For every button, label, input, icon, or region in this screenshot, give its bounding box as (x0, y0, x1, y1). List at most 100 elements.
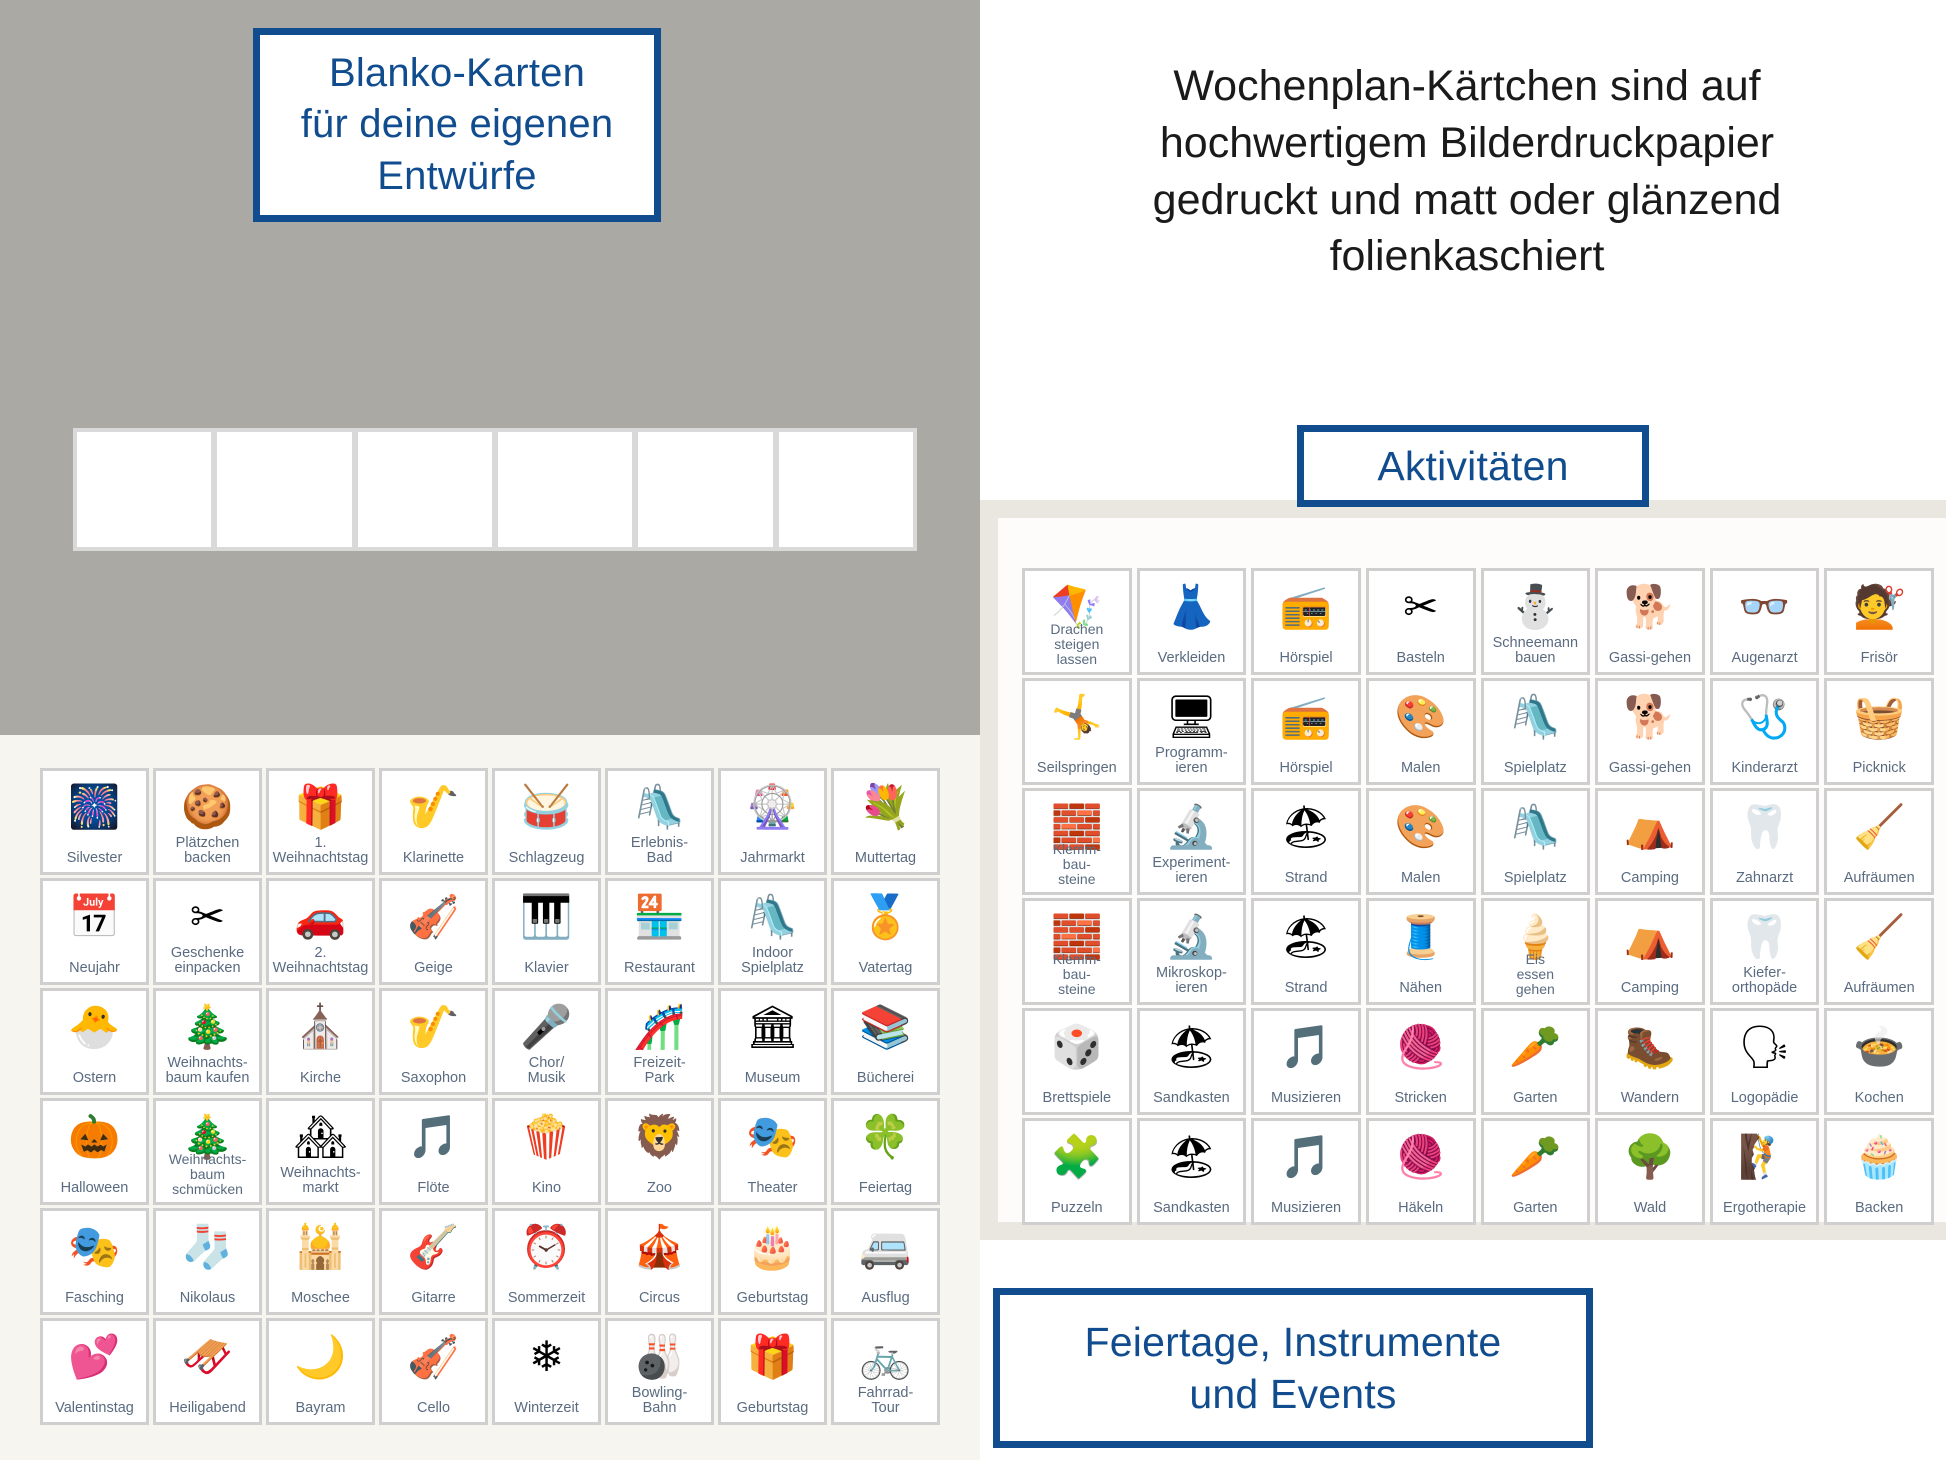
blank-card[interactable] (493, 428, 637, 551)
activity-card[interactable]: 🏖 Sandkasten (1136, 1118, 1247, 1225)
blank-card[interactable] (774, 428, 917, 551)
event-card[interactable]: 🎹 Klavier (492, 878, 601, 985)
activity-card[interactable]: 📻 Hörspiel (1251, 568, 1361, 675)
activity-card[interactable]: 🍦 Eis essen gehen (1480, 898, 1591, 1005)
event-card[interactable]: 🚐 Ausflug (831, 1208, 940, 1315)
event-card[interactable]: 🎁 1. Weihnachtstag (266, 768, 375, 875)
activity-card[interactable]: 🔬 Experiment-ieren (1136, 788, 1247, 895)
activity-card[interactable]: 🐕 Gassi-gehen (1595, 568, 1705, 675)
activity-card[interactable]: 🧱 Klemm-bau-steine (1022, 788, 1132, 895)
event-card[interactable]: 🎷 Klarinette (379, 768, 488, 875)
activity-card[interactable]: 🧩 Puzzeln (1022, 1118, 1132, 1225)
activity-card[interactable]: ✂ Basteln (1365, 568, 1476, 675)
activity-card[interactable]: 🎨 Malen (1365, 678, 1476, 785)
activity-card[interactable]: 🏖 Sandkasten (1136, 1008, 1247, 1115)
activity-card[interactable]: 🥾 Wandern (1595, 1008, 1705, 1115)
event-card[interactable]: 🛝 Indoor Spielplatz (718, 878, 827, 985)
activity-card[interactable]: 🧱 Klemm-bau-steine (1022, 898, 1132, 1005)
activity-card[interactable]: 🧶 Häkeln (1365, 1118, 1476, 1225)
event-card[interactable]: 🛷 Heiligabend (153, 1318, 262, 1425)
event-card[interactable]: 🎸 Gitarre (379, 1208, 488, 1315)
event-card[interactable]: 🏅 Vatertag (831, 878, 940, 985)
event-card[interactable]: 🎄 Weihnachts-baum kaufen (153, 988, 262, 1095)
activity-card[interactable]: 🧺 Picknick (1824, 678, 1934, 785)
event-card[interactable]: ✂ Geschenke einpacken (153, 878, 262, 985)
activity-card[interactable]: 🤸 Seilspringen (1022, 678, 1132, 785)
activity-card[interactable]: ⛺ Camping (1595, 788, 1705, 895)
event-card[interactable]: 🎂 Geburtstag (718, 1208, 827, 1315)
event-card[interactable]: 🎻 Cello (379, 1318, 488, 1425)
event-card[interactable]: 🍀 Feiertag (831, 1098, 940, 1205)
event-card[interactable]: 🎄 Weihnachts-baum schmücken (153, 1098, 262, 1205)
activity-card[interactable]: 🧵 Nähen (1365, 898, 1476, 1005)
activity-card[interactable]: 👗 Verkleiden (1136, 568, 1247, 675)
activity-card[interactable]: 🦷 Zahnarzt (1709, 788, 1820, 895)
event-card[interactable]: 🍪 Plätzchen backen (153, 768, 262, 875)
activity-card[interactable]: 🗣 Logopädie (1709, 1008, 1820, 1115)
event-card[interactable]: 📅 Neujahr (40, 878, 149, 985)
event-card[interactable]: 🏛 Museum (718, 988, 827, 1095)
activity-card[interactable]: 🧗 Ergotherapie (1709, 1118, 1820, 1225)
event-card[interactable]: 🎵 Flöte (379, 1098, 488, 1205)
event-card[interactable]: 🎪 Circus (605, 1208, 714, 1315)
event-card[interactable]: 🎻 Geige (379, 878, 488, 985)
activity-card[interactable]: 🩺 Kinderarzt (1709, 678, 1820, 785)
activity-card[interactable]: 👓 Augenarzt (1709, 568, 1820, 675)
event-card[interactable]: ⛪ Kirche (266, 988, 375, 1095)
blank-card[interactable] (634, 428, 777, 551)
activity-card[interactable]: 🦷 Kiefer-orthopäde (1709, 898, 1820, 1005)
event-card[interactable]: 🎃 Halloween (40, 1098, 149, 1205)
event-card[interactable]: 🎢 Freizeit- Park (605, 988, 714, 1095)
activity-card[interactable]: 📻 Hörspiel (1251, 678, 1361, 785)
event-card[interactable]: 🏘 Weihnachts-markt (266, 1098, 375, 1205)
event-card[interactable]: 🎆 Silvester (40, 768, 149, 875)
activity-card[interactable]: 🎵 Musizieren (1251, 1118, 1361, 1225)
activity-card[interactable]: 🖥 Programm-ieren (1136, 678, 1247, 785)
activity-card[interactable]: 🔬 Mikroskop-ieren (1136, 898, 1247, 1005)
event-card[interactable]: 🎤 Chor/Musik (492, 988, 601, 1095)
event-card[interactable]: 🌙 Bayram (266, 1318, 375, 1425)
event-card[interactable]: 🚗 2. Weihnachtstag (266, 878, 375, 985)
event-card[interactable]: 📚 Bücherei (831, 988, 940, 1095)
activity-card[interactable]: 🧶 Stricken (1365, 1008, 1476, 1115)
activity-card[interactable]: ⛄ Schneemann bauen (1480, 568, 1591, 675)
event-card[interactable]: 🍿 Kino (492, 1098, 601, 1205)
activity-card[interactable]: 🌳 Wald (1595, 1118, 1705, 1225)
activity-card[interactable]: 🎨 Malen (1365, 788, 1476, 895)
event-card[interactable]: 🚲 Fahrrad- Tour (831, 1318, 940, 1425)
event-card[interactable]: 🎷 Saxophon (379, 988, 488, 1095)
activity-card[interactable]: 🐕 Gassi-gehen (1595, 678, 1705, 785)
event-card[interactable]: 🛝 Erlebnis- Bad (605, 768, 714, 875)
blank-card[interactable] (213, 428, 356, 551)
activity-card[interactable]: 🛝 Spielplatz (1480, 678, 1591, 785)
event-card[interactable]: 🎁 Geburtstag (718, 1318, 827, 1425)
activity-card[interactable]: 🍲 Kochen (1824, 1008, 1934, 1115)
activity-card[interactable]: 🧁 Backen (1824, 1118, 1934, 1225)
activity-card[interactable]: 🏖 Strand (1251, 788, 1361, 895)
event-card[interactable]: ⏰ Sommerzeit (492, 1208, 601, 1315)
activity-card[interactable]: 🧹 Aufräumen (1824, 788, 1934, 895)
activity-card[interactable]: 🥕 Garten (1480, 1118, 1591, 1225)
event-card[interactable]: 🥁 Schlagzeug (492, 768, 601, 875)
event-card[interactable]: 🎡 Jahrmarkt (718, 768, 827, 875)
event-card[interactable]: 🧦 Nikolaus (153, 1208, 262, 1315)
event-card[interactable]: 🏪 Restaurant (605, 878, 714, 985)
activity-card[interactable]: 🛝 Spielplatz (1480, 788, 1591, 895)
event-card[interactable]: 🎭 Theater (718, 1098, 827, 1205)
activity-card[interactable]: 💇 Frisör (1824, 568, 1934, 675)
event-card[interactable]: ❄ Winterzeit (492, 1318, 601, 1425)
event-card[interactable]: 💐 Muttertag (831, 768, 940, 875)
activity-card[interactable]: ⛺ Camping (1595, 898, 1705, 1005)
activity-card[interactable]: 🎲 Brettspiele (1022, 1008, 1132, 1115)
activity-card[interactable]: 🧹 Aufräumen (1824, 898, 1934, 1005)
activity-card[interactable]: 🪁 Drachen steigen lassen (1022, 568, 1132, 675)
event-card[interactable]: 🎭 Fasching (40, 1208, 149, 1315)
event-card[interactable]: 🎳 Bowling- Bahn (605, 1318, 714, 1425)
activity-card[interactable]: 🏖 Strand (1251, 898, 1361, 1005)
event-card[interactable]: 🐣 Ostern (40, 988, 149, 1095)
event-card[interactable]: 🦁 Zoo (605, 1098, 714, 1205)
blank-card[interactable] (73, 428, 216, 551)
event-card[interactable]: 💕 Valentinstag (40, 1318, 149, 1425)
event-card[interactable]: 🕌 Moschee (266, 1208, 375, 1315)
activity-card[interactable]: 🎵 Musizieren (1251, 1008, 1361, 1115)
